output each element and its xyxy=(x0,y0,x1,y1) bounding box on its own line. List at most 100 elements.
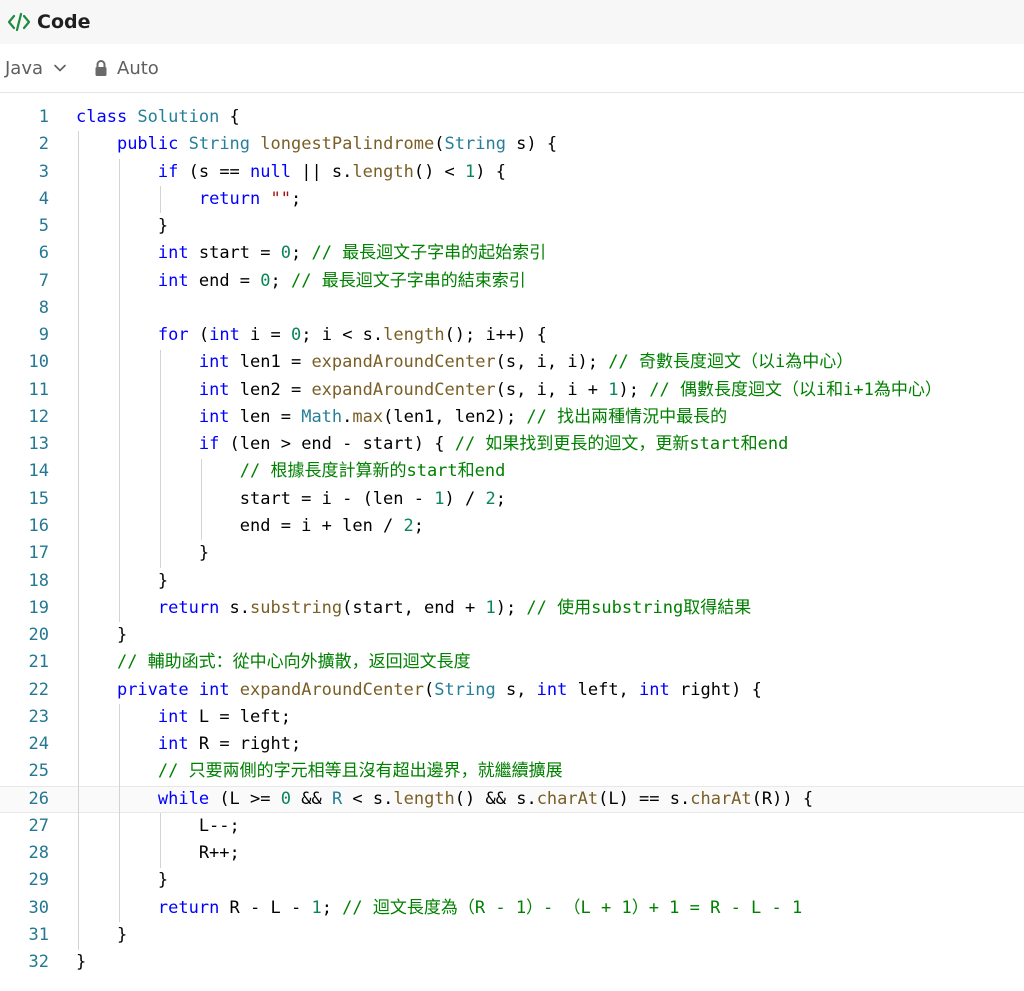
line-code: } xyxy=(76,213,168,240)
code-token: end = xyxy=(198,270,261,291)
code-token: length xyxy=(393,788,455,809)
code-token: "" xyxy=(270,188,291,209)
code-token: substring xyxy=(250,597,343,618)
code-token: (start, end + xyxy=(342,597,486,618)
code-line: 26 while (L >= 0 && R < s.length() && s.… xyxy=(0,785,1024,813)
line-code: // 只要兩側的字元相等且沒有超出邊界，就繼續擴展 xyxy=(76,758,563,785)
line-number: 6 xyxy=(38,243,49,264)
line-code: return s.substring(start, end + 1); // 使… xyxy=(76,595,751,622)
code-line: 23 int L = left; xyxy=(0,704,1024,731)
code-token: len = xyxy=(239,406,302,427)
code-token: 1 xyxy=(465,161,476,182)
code-editor[interactable]: 1 class Solution { 2 public String longest… xyxy=(0,104,1024,984)
code-line: 14 // 根據長度計算新的start和end xyxy=(0,458,1024,485)
code-line: 4 return ""; xyxy=(0,186,1024,213)
code-token: s, xyxy=(505,679,537,700)
line-number: 15 xyxy=(28,488,49,509)
code-token: } xyxy=(76,870,169,891)
code-token: len2 = xyxy=(239,379,312,400)
code-token: return xyxy=(198,188,271,209)
code-line: 6 int start = 0; // 最長迴文子字串的起始索引 xyxy=(0,240,1024,267)
code-token: null xyxy=(250,161,302,182)
code-token: Solution xyxy=(137,107,220,127)
code-line: 12 int len = Math.max(len1, len2); // 找出… xyxy=(0,404,1024,431)
line-code: private int expandAroundCenter(String s,… xyxy=(76,677,762,704)
code-token: (R)) { xyxy=(751,788,814,809)
code-line: 21 // 輔助函式：從中心向外擴散，返回迴文長度 xyxy=(0,649,1024,676)
code-token: 2 xyxy=(485,488,496,509)
language-label: Java xyxy=(5,57,44,79)
line-code: start = i - (len - 1) / 2; xyxy=(76,486,506,513)
code-line: 25 // 只要兩側的字元相等且沒有超出邊界，就繼續擴展 xyxy=(0,758,1024,785)
code-token: ); xyxy=(618,379,650,400)
line-number: 32 xyxy=(28,952,49,973)
code-token: R++; xyxy=(76,843,240,864)
code-line: 31 } xyxy=(0,922,1024,949)
code-token: } xyxy=(76,543,210,564)
code-line: 16 end = i + len / 2; xyxy=(0,513,1024,540)
code-token: public xyxy=(116,134,189,155)
code-token: // 迴文長度為（R - 1）- （L + 1）+ 1 = R - L - 1 xyxy=(342,897,803,918)
line-code: end = i + len / 2; xyxy=(76,513,424,540)
line-code: return ""; xyxy=(76,186,301,213)
code-token: // 最長迴文子字串的起始索引 xyxy=(311,243,547,264)
line-number: 5 xyxy=(38,216,49,237)
code-line: 20 } xyxy=(0,622,1024,649)
code-token: int xyxy=(198,352,240,373)
code-line: 17 } xyxy=(0,540,1024,567)
line-number: 28 xyxy=(28,843,49,864)
code-line: 29 } xyxy=(0,867,1024,894)
code-token: } xyxy=(76,952,87,973)
code-token: length xyxy=(383,325,445,346)
code-line: 7 int end = 0; // 最長迴文子字串的結束索引 xyxy=(0,268,1024,295)
line-code: int R = right; xyxy=(76,731,301,758)
code-token: && xyxy=(301,788,332,809)
code-line: 1 class Solution { xyxy=(0,104,1024,131)
code-token: length xyxy=(352,161,414,182)
code-token: . xyxy=(342,406,353,427)
code-token: int xyxy=(639,679,680,700)
line-number: 23 xyxy=(28,706,49,727)
code-token: int xyxy=(536,679,578,700)
code-token: String xyxy=(434,679,506,700)
code-token: ; xyxy=(270,270,291,291)
code-token: int xyxy=(198,406,240,427)
chevron-down-icon xyxy=(54,64,66,72)
code-line: 10 int len1 = expandAroundCenter(s, i, i… xyxy=(0,349,1024,376)
language-select[interactable]: Java xyxy=(5,58,67,79)
line-number: 2 xyxy=(38,134,49,155)
code-token: expandAroundCenter xyxy=(311,352,496,373)
code-token: } xyxy=(76,924,128,945)
code-token: ) { xyxy=(475,161,506,182)
line-code: if (len > end - start) { // 如果找到更長的迴文，更新… xyxy=(76,431,788,458)
code-token: (s, i, i + xyxy=(495,379,609,400)
line-number: 4 xyxy=(38,188,49,209)
line-number: 25 xyxy=(28,761,49,782)
code-line: 11 int len2 = expandAroundCenter(s, i, i… xyxy=(0,377,1024,404)
indent-guide xyxy=(78,131,79,950)
code-token: left, xyxy=(577,679,640,700)
line-number: 1 xyxy=(38,107,49,127)
code-line: 5 } xyxy=(0,213,1024,240)
indent-guide xyxy=(160,349,161,568)
line-code: public String longestPalindrome(String s… xyxy=(76,131,557,158)
code-token: 0 xyxy=(260,270,271,291)
code-token: int xyxy=(157,243,199,264)
code-token: s. xyxy=(229,597,251,618)
code-token: R = right; xyxy=(198,734,302,755)
code-line: 15 start = i - (len - 1) / 2; xyxy=(0,486,1024,513)
code-token: max xyxy=(352,406,384,427)
code-line: 28 R++; xyxy=(0,840,1024,867)
code-token: R xyxy=(331,788,353,809)
code-token: 2 xyxy=(403,515,414,536)
code-token: len1 = xyxy=(239,352,312,373)
line-code: // 輔助函式：從中心向外擴散，返回迴文長度 xyxy=(76,649,471,676)
code-line: 24 int R = right; xyxy=(0,731,1024,758)
code-token: 0 xyxy=(280,243,291,264)
